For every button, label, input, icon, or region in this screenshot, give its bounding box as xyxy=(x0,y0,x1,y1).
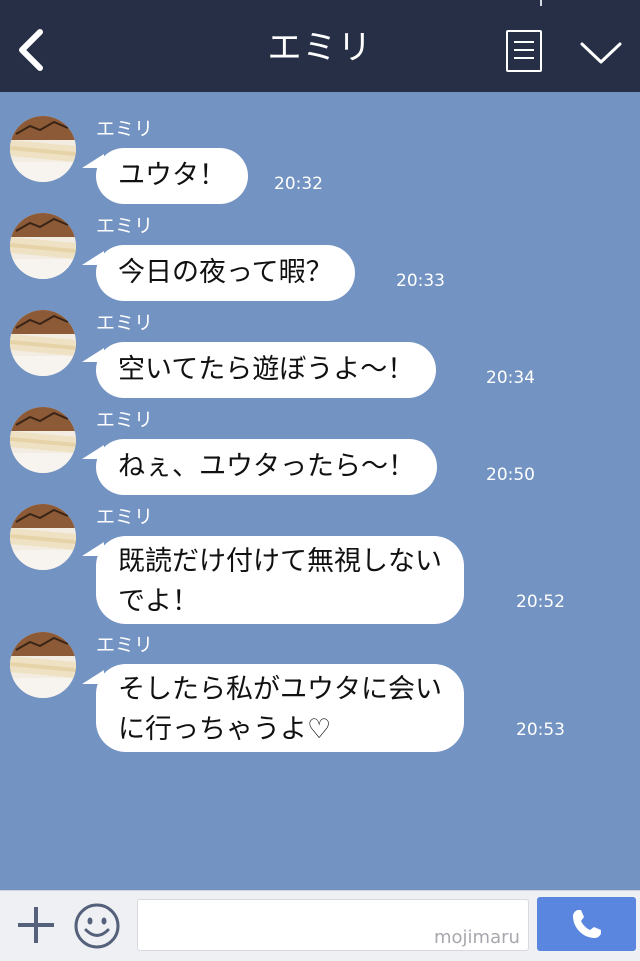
message-time: 20:32 xyxy=(274,174,323,194)
chevron-down-icon xyxy=(580,42,622,64)
message-time: 20:33 xyxy=(396,271,445,291)
sender-name: エミリ xyxy=(96,409,154,431)
call-button[interactable] xyxy=(537,897,636,951)
chat-title: エミリ xyxy=(267,28,373,68)
message-time: 20:50 xyxy=(486,465,535,485)
avatar[interactable] xyxy=(10,310,76,376)
avatar[interactable] xyxy=(10,632,76,698)
message-time: 20:53 xyxy=(516,720,565,740)
message-bubble[interactable]: 既読だけ付けて無視しない でよ！ xyxy=(96,536,464,624)
emoji-button[interactable] xyxy=(74,903,120,949)
avatar-image xyxy=(10,116,76,182)
sender-name: エミリ xyxy=(96,215,154,237)
avatar-image xyxy=(10,407,76,473)
avatar[interactable] xyxy=(10,116,76,182)
avatar-image xyxy=(10,310,76,376)
phone-icon xyxy=(572,910,601,938)
avatar[interactable] xyxy=(10,504,76,570)
sender-name: エミリ xyxy=(96,312,154,334)
sender-name: エミリ xyxy=(96,634,154,656)
avatar[interactable] xyxy=(10,213,76,279)
note-button[interactable] xyxy=(506,30,542,72)
chat-header: エミリ xyxy=(0,0,640,92)
note-icon-line xyxy=(514,57,534,59)
smiley-icon xyxy=(74,903,120,949)
avatar-image xyxy=(10,632,76,698)
message-time: 20:34 xyxy=(486,368,535,388)
status-indicator xyxy=(540,0,542,6)
note-icon-line xyxy=(514,49,534,51)
plus-icon xyxy=(18,907,54,943)
message-bubble[interactable]: 今日の夜って暇？ xyxy=(96,245,355,301)
chat-area[interactable]: エミリ ユウタ！ 20:32 エミリ 今日の夜って暇？ 20:33 エミリ 空い… xyxy=(0,92,640,890)
collapse-button[interactable] xyxy=(578,38,624,68)
message-time: 20:52 xyxy=(516,592,565,612)
sender-name: エミリ xyxy=(96,118,154,140)
message-bubble[interactable]: ねぇ、ユウタったら〜！ xyxy=(96,439,437,495)
message-bubble[interactable]: ユウタ！ xyxy=(96,148,248,204)
input-bar: mojimaru xyxy=(0,890,640,961)
note-icon-line xyxy=(514,41,534,43)
avatar[interactable] xyxy=(10,407,76,473)
add-button[interactable] xyxy=(16,905,56,945)
message-bubble[interactable]: そしたら私がユウタに会い に行っちゃうよ♡ xyxy=(96,664,464,752)
note-icon xyxy=(506,30,542,72)
watermark-text: mojimaru xyxy=(434,927,520,948)
avatar-image xyxy=(10,504,76,570)
message-bubble[interactable]: 空いてたら遊ぼうよ〜！ xyxy=(96,342,437,398)
avatar-image xyxy=(10,213,76,279)
sender-name: エミリ xyxy=(96,506,154,528)
